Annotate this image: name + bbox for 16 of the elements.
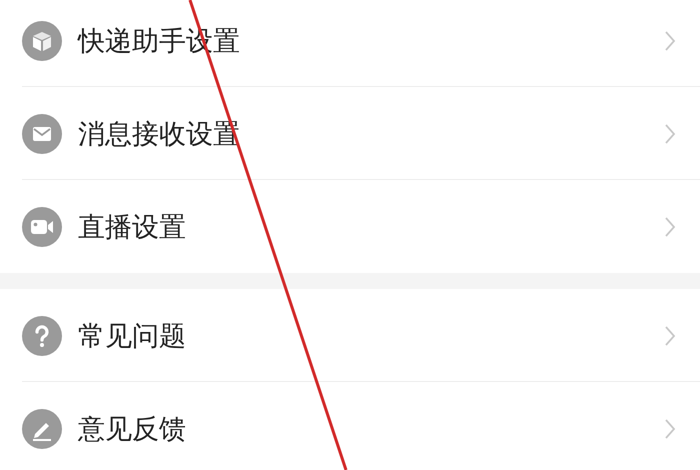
help-icon: [22, 316, 62, 356]
item-label: 意见反馈: [78, 412, 187, 446]
box-icon: [22, 20, 62, 60]
pencil-icon: [22, 408, 62, 448]
settings-item[interactable]: 直播设置: [0, 180, 700, 273]
mail-icon: [22, 114, 62, 154]
settings-item[interactable]: 意见反馈: [0, 382, 700, 470]
settings-item[interactable]: 常见问题: [0, 289, 700, 382]
item-label: 常见问题: [78, 320, 187, 354]
video-camera-icon: [22, 206, 62, 246]
chevron-right-icon: [664, 324, 676, 346]
chevron-right-icon: [664, 216, 676, 238]
chevron-right-icon: [664, 122, 676, 144]
chevron-right-icon: [664, 30, 676, 52]
item-label: 直播设置: [78, 210, 187, 244]
chevron-right-icon: [664, 418, 676, 440]
